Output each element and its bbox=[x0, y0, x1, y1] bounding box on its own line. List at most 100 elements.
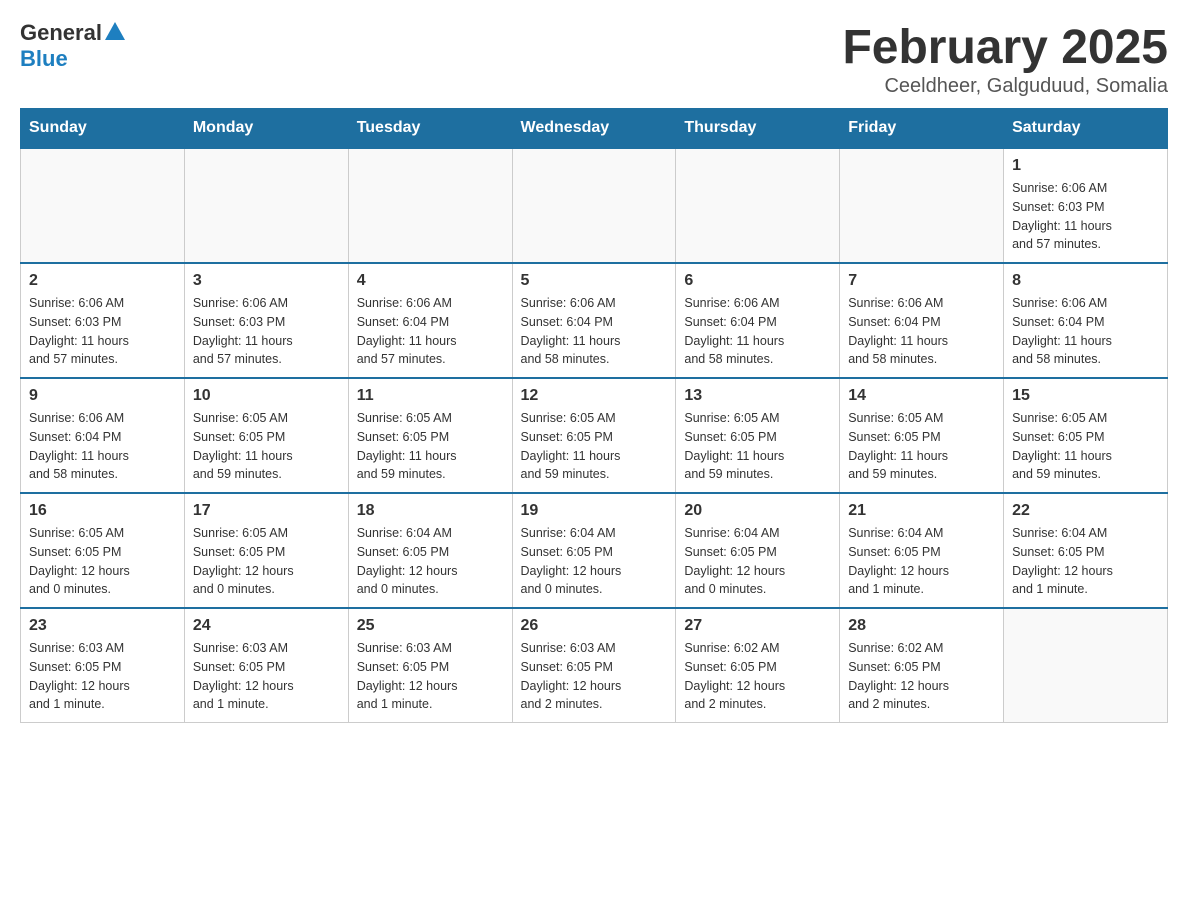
location: Ceeldheer, Galguduud, Somalia bbox=[842, 75, 1168, 98]
day-info: Sunrise: 6:04 AM Sunset: 6:05 PM Dayligh… bbox=[848, 524, 995, 599]
day-number: 18 bbox=[357, 502, 504, 520]
day-number: 28 bbox=[848, 617, 995, 635]
day-info: Sunrise: 6:02 AM Sunset: 6:05 PM Dayligh… bbox=[848, 639, 995, 714]
logo-general: General bbox=[20, 20, 125, 46]
calendar-cell: 4 Sunrise: 6:06 AM Sunset: 6:04 PM Daylig… bbox=[348, 263, 512, 378]
week-row-2: 2 Sunrise: 6:06 AM Sunset: 6:03 PM Daylig… bbox=[21, 263, 1168, 378]
day-info: Sunrise: 6:06 AM Sunset: 6:03 PM Dayligh… bbox=[29, 294, 176, 369]
day-number: 25 bbox=[357, 617, 504, 635]
calendar-cell: 19Sunrise: 6:04 AM Sunset: 6:05 PM Dayli… bbox=[512, 493, 676, 608]
day-info: Sunrise: 6:04 AM Sunset: 6:05 PM Dayligh… bbox=[357, 524, 504, 599]
weekday-header-row: SundayMondayTuesdayWednesdayThursdayFrid… bbox=[21, 109, 1168, 149]
calendar-cell: 14 Sunrise: 6:05 AM Sunset: 6:05 PM Dayli… bbox=[840, 378, 1004, 493]
day-number: 1 bbox=[1012, 157, 1159, 175]
day-info: Sunrise: 6:05 AM Sunset: 6:05 PM Dayligh… bbox=[29, 524, 176, 599]
calendar-cell: 24 Sunrise: 6:03 AM Sunset: 6:05 PM Dayli… bbox=[184, 608, 348, 723]
calendar-cell: 1 Sunrise: 6:06 AM Sunset: 6:03 PM Daylig… bbox=[1004, 148, 1168, 263]
day-number: 27 bbox=[684, 617, 831, 635]
calendar-cell bbox=[840, 148, 1004, 263]
calendar-cell bbox=[21, 148, 185, 263]
calendar-cell: 25 Sunrise: 6:03 AM Sunset: 6:05 PM Dayli… bbox=[348, 608, 512, 723]
calendar-cell: 12 Sunrise: 6:05 AM Sunset: 6:05 PM Dayli… bbox=[512, 378, 676, 493]
calendar-table: SundayMondayTuesdayWednesdayThursdayFrid… bbox=[20, 108, 1168, 723]
day-number: 16 bbox=[29, 502, 176, 520]
day-info: Sunrise: 6:04 AM Sunset: 6:05 PM Dayligh… bbox=[1012, 524, 1159, 599]
weekday-header-thursday: Thursday bbox=[676, 109, 840, 149]
calendar-cell: 21 Sunrise: 6:04 AM Sunset: 6:05 PM Dayli… bbox=[840, 493, 1004, 608]
day-number: 24 bbox=[193, 617, 340, 635]
day-info: Sunrise: 6:03 AM Sunset: 6:05 PM Dayligh… bbox=[521, 639, 668, 714]
day-info: Sunrise: 6:03 AM Sunset: 6:05 PM Dayligh… bbox=[29, 639, 176, 714]
day-info: Sunrise: 6:04 AM Sunset: 6:05 PM Dayligh… bbox=[684, 524, 831, 599]
day-info: Sunrise: 6:05 AM Sunset: 6:05 PM Dayligh… bbox=[521, 409, 668, 484]
day-number: 20 bbox=[684, 502, 831, 520]
logo-triangle-icon bbox=[105, 22, 125, 40]
day-number: 10 bbox=[193, 387, 340, 405]
day-number: 23 bbox=[29, 617, 176, 635]
calendar-cell: 3 Sunrise: 6:06 AM Sunset: 6:03 PM Daylig… bbox=[184, 263, 348, 378]
day-info: Sunrise: 6:06 AM Sunset: 6:04 PM Dayligh… bbox=[29, 409, 176, 484]
day-number: 17 bbox=[193, 502, 340, 520]
weekday-header-sunday: Sunday bbox=[21, 109, 185, 149]
week-row-1: 1 Sunrise: 6:06 AM Sunset: 6:03 PM Daylig… bbox=[21, 148, 1168, 263]
day-number: 13 bbox=[684, 387, 831, 405]
day-info: Sunrise: 6:06 AM Sunset: 6:03 PM Dayligh… bbox=[193, 294, 340, 369]
weekday-header-saturday: Saturday bbox=[1004, 109, 1168, 149]
calendar-cell: 13 Sunrise: 6:05 AM Sunset: 6:05 PM Dayli… bbox=[676, 378, 840, 493]
day-number: 11 bbox=[357, 387, 504, 405]
week-row-3: 9Sunrise: 6:06 AM Sunset: 6:04 PM Daylig… bbox=[21, 378, 1168, 493]
day-number: 3 bbox=[193, 272, 340, 290]
day-number: 12 bbox=[521, 387, 668, 405]
calendar-cell: 26Sunrise: 6:03 AM Sunset: 6:05 PM Dayli… bbox=[512, 608, 676, 723]
calendar-cell: 5Sunrise: 6:06 AM Sunset: 6:04 PM Daylig… bbox=[512, 263, 676, 378]
day-number: 8 bbox=[1012, 272, 1159, 290]
day-number: 6 bbox=[684, 272, 831, 290]
calendar-cell: 17 Sunrise: 6:05 AM Sunset: 6:05 PM Dayli… bbox=[184, 493, 348, 608]
day-info: Sunrise: 6:03 AM Sunset: 6:05 PM Dayligh… bbox=[357, 639, 504, 714]
calendar-cell: 8 Sunrise: 6:06 AM Sunset: 6:04 PM Daylig… bbox=[1004, 263, 1168, 378]
calendar-cell: 28 Sunrise: 6:02 AM Sunset: 6:05 PM Dayli… bbox=[840, 608, 1004, 723]
day-info: Sunrise: 6:06 AM Sunset: 6:03 PM Dayligh… bbox=[1012, 179, 1159, 254]
day-info: Sunrise: 6:06 AM Sunset: 6:04 PM Dayligh… bbox=[848, 294, 995, 369]
day-number: 19 bbox=[521, 502, 668, 520]
day-info: Sunrise: 6:05 AM Sunset: 6:05 PM Dayligh… bbox=[357, 409, 504, 484]
day-info: Sunrise: 6:05 AM Sunset: 6:05 PM Dayligh… bbox=[848, 409, 995, 484]
week-row-4: 16 Sunrise: 6:05 AM Sunset: 6:05 PM Dayli… bbox=[21, 493, 1168, 608]
day-number: 2 bbox=[29, 272, 176, 290]
calendar-cell: 11 Sunrise: 6:05 AM Sunset: 6:05 PM Dayli… bbox=[348, 378, 512, 493]
day-info: Sunrise: 6:03 AM Sunset: 6:05 PM Dayligh… bbox=[193, 639, 340, 714]
title-section: February 2025 Ceeldheer, Galguduud, Soma… bbox=[842, 20, 1168, 98]
calendar-cell: 10 Sunrise: 6:05 AM Sunset: 6:05 PM Dayli… bbox=[184, 378, 348, 493]
week-row-5: 23 Sunrise: 6:03 AM Sunset: 6:05 PM Dayli… bbox=[21, 608, 1168, 723]
calendar-cell: 7 Sunrise: 6:06 AM Sunset: 6:04 PM Daylig… bbox=[840, 263, 1004, 378]
calendar-cell: 9Sunrise: 6:06 AM Sunset: 6:04 PM Daylig… bbox=[21, 378, 185, 493]
calendar-cell bbox=[348, 148, 512, 263]
calendar-cell: 18 Sunrise: 6:04 AM Sunset: 6:05 PM Dayli… bbox=[348, 493, 512, 608]
day-info: Sunrise: 6:06 AM Sunset: 6:04 PM Dayligh… bbox=[521, 294, 668, 369]
day-info: Sunrise: 6:05 AM Sunset: 6:05 PM Dayligh… bbox=[193, 409, 340, 484]
logo: General Blue bbox=[20, 20, 125, 72]
day-info: Sunrise: 6:06 AM Sunset: 6:04 PM Dayligh… bbox=[1012, 294, 1159, 369]
day-info: Sunrise: 6:05 AM Sunset: 6:05 PM Dayligh… bbox=[1012, 409, 1159, 484]
day-number: 14 bbox=[848, 387, 995, 405]
calendar-cell: 27Sunrise: 6:02 AM Sunset: 6:05 PM Dayli… bbox=[676, 608, 840, 723]
page-header: General Blue February 2025 Ceeldheer, Ga… bbox=[20, 20, 1168, 98]
calendar-cell: 23 Sunrise: 6:03 AM Sunset: 6:05 PM Dayli… bbox=[21, 608, 185, 723]
weekday-header-monday: Monday bbox=[184, 109, 348, 149]
logo-blue-text: Blue bbox=[20, 46, 68, 72]
day-number: 7 bbox=[848, 272, 995, 290]
day-number: 4 bbox=[357, 272, 504, 290]
day-number: 22 bbox=[1012, 502, 1159, 520]
day-info: Sunrise: 6:05 AM Sunset: 6:05 PM Dayligh… bbox=[193, 524, 340, 599]
day-info: Sunrise: 6:06 AM Sunset: 6:04 PM Dayligh… bbox=[357, 294, 504, 369]
day-info: Sunrise: 6:05 AM Sunset: 6:05 PM Dayligh… bbox=[684, 409, 831, 484]
calendar-cell bbox=[184, 148, 348, 263]
calendar-cell: 16 Sunrise: 6:05 AM Sunset: 6:05 PM Dayli… bbox=[21, 493, 185, 608]
calendar-cell: 2 Sunrise: 6:06 AM Sunset: 6:03 PM Daylig… bbox=[21, 263, 185, 378]
logo-general-text: General bbox=[20, 20, 102, 46]
calendar-cell: 20 Sunrise: 6:04 AM Sunset: 6:05 PM Dayli… bbox=[676, 493, 840, 608]
calendar-cell bbox=[676, 148, 840, 263]
calendar-cell: 6 Sunrise: 6:06 AM Sunset: 6:04 PM Daylig… bbox=[676, 263, 840, 378]
day-info: Sunrise: 6:06 AM Sunset: 6:04 PM Dayligh… bbox=[684, 294, 831, 369]
day-number: 21 bbox=[848, 502, 995, 520]
